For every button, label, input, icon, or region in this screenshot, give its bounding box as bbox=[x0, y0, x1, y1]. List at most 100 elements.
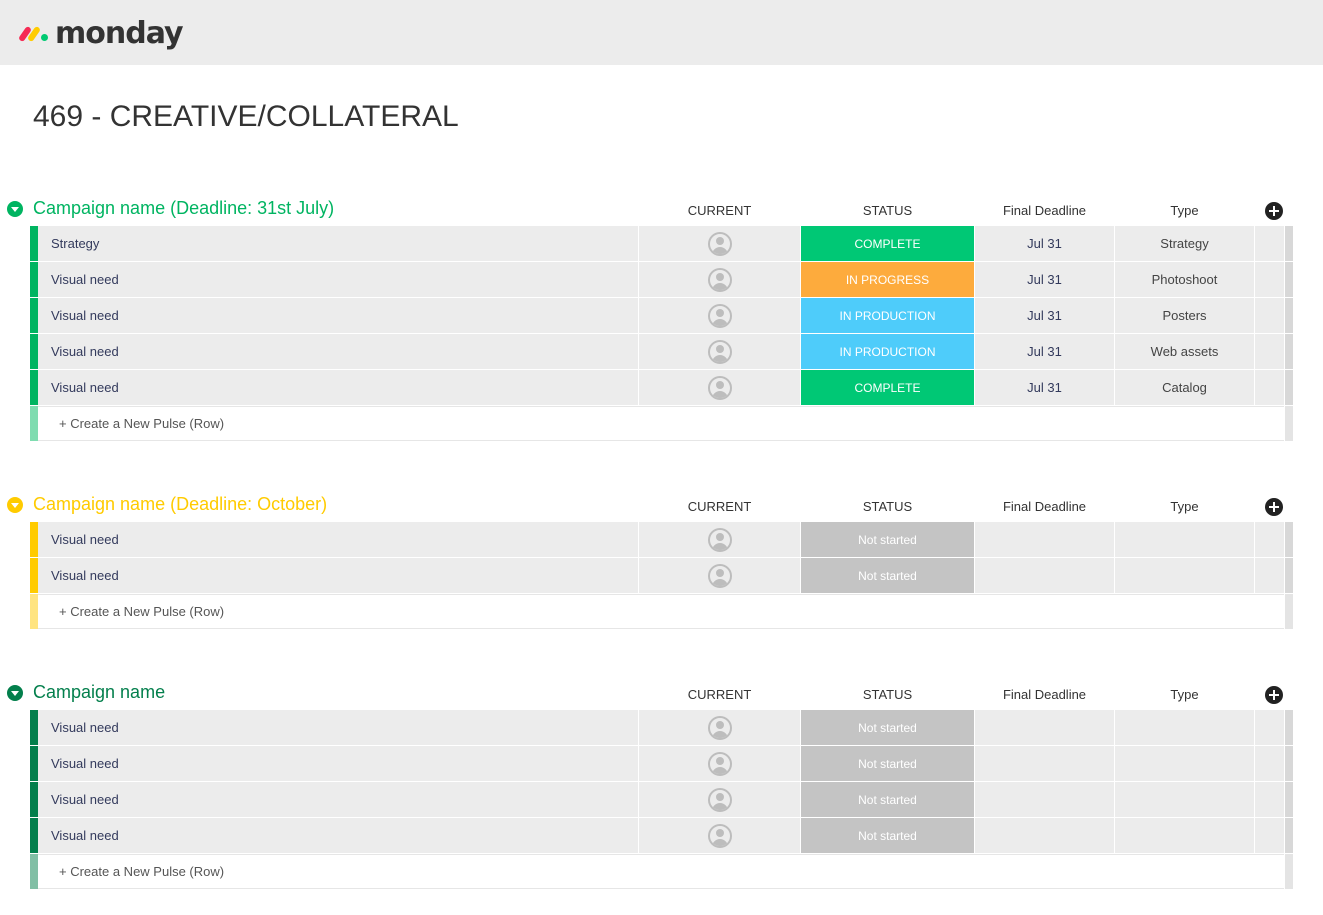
collapse-toggle-icon[interactable] bbox=[7, 497, 23, 513]
type-cell[interactable] bbox=[1115, 818, 1254, 853]
create-pulse-input[interactable]: + Create a New Pulse (Row) bbox=[38, 406, 1284, 441]
table-row[interactable]: Visual need Not started bbox=[0, 522, 1323, 558]
status-cell[interactable]: IN PRODUCTION bbox=[801, 298, 974, 333]
column-header-deadline[interactable]: Final Deadline bbox=[975, 203, 1114, 218]
add-column-icon[interactable] bbox=[1265, 202, 1283, 220]
row-name[interactable]: Visual need bbox=[38, 370, 638, 405]
status-cell[interactable]: IN PRODUCTION bbox=[801, 334, 974, 369]
collapse-toggle-icon[interactable] bbox=[7, 685, 23, 701]
deadline-cell[interactable] bbox=[975, 710, 1114, 745]
table-row[interactable]: Visual need Not started bbox=[0, 558, 1323, 594]
type-cell[interactable] bbox=[1115, 558, 1254, 593]
table-row[interactable]: Visual need Not started bbox=[0, 710, 1323, 746]
row-name[interactable]: Visual need bbox=[38, 298, 638, 333]
row-name[interactable]: Strategy bbox=[38, 226, 638, 261]
column-header-current[interactable]: CURRENT bbox=[639, 499, 800, 514]
table-row[interactable]: Visual need Not started bbox=[0, 782, 1323, 818]
create-pulse-row[interactable]: + Create a New Pulse (Row) bbox=[0, 406, 1323, 442]
status-cell[interactable]: Not started bbox=[801, 522, 974, 557]
avatar-icon bbox=[707, 303, 732, 328]
deadline-cell[interactable] bbox=[975, 782, 1114, 817]
table-row[interactable]: Visual need COMPLETE Jul 31 Catalog bbox=[0, 370, 1323, 406]
deadline-cell[interactable]: Jul 31 bbox=[975, 262, 1114, 297]
type-cell[interactable] bbox=[1115, 710, 1254, 745]
row-name[interactable]: Visual need bbox=[38, 818, 638, 853]
type-cell[interactable]: Photoshoot bbox=[1115, 262, 1254, 297]
status-cell[interactable]: Not started bbox=[801, 818, 974, 853]
person-cell[interactable] bbox=[639, 226, 800, 261]
status-cell[interactable]: Not started bbox=[801, 746, 974, 781]
status-cell[interactable]: Not started bbox=[801, 558, 974, 593]
deadline-cell[interactable]: Jul 31 bbox=[975, 370, 1114, 405]
status-cell[interactable]: Not started bbox=[801, 710, 974, 745]
person-cell[interactable] bbox=[639, 782, 800, 817]
create-pulse-row[interactable]: + Create a New Pulse (Row) bbox=[0, 594, 1323, 630]
status-cell[interactable]: COMPLETE bbox=[801, 226, 974, 261]
type-cell[interactable]: Posters bbox=[1115, 298, 1254, 333]
column-header-status[interactable]: STATUS bbox=[801, 687, 974, 702]
row-name[interactable]: Visual need bbox=[38, 746, 638, 781]
row-name[interactable]: Visual need bbox=[38, 782, 638, 817]
type-cell[interactable] bbox=[1115, 782, 1254, 817]
person-cell[interactable] bbox=[639, 298, 800, 333]
group-title[interactable]: Campaign name (Deadline: 31st July) bbox=[33, 198, 334, 219]
deadline-cell[interactable] bbox=[975, 558, 1114, 593]
row-name[interactable]: Visual need bbox=[38, 558, 638, 593]
group-title[interactable]: Campaign name bbox=[33, 682, 165, 703]
deadline-cell[interactable]: Jul 31 bbox=[975, 298, 1114, 333]
deadline-cell[interactable]: Jul 31 bbox=[975, 334, 1114, 369]
column-header-type[interactable]: Type bbox=[1115, 203, 1254, 218]
table-row[interactable]: Visual need IN PRODUCTION Jul 31 Web ass… bbox=[0, 334, 1323, 370]
deadline-cell[interactable] bbox=[975, 746, 1114, 781]
group-title[interactable]: Campaign name (Deadline: October) bbox=[33, 494, 327, 515]
row-name[interactable]: Visual need bbox=[38, 262, 638, 297]
type-cell[interactable] bbox=[1115, 746, 1254, 781]
monday-logo[interactable]: monday bbox=[17, 16, 184, 51]
row-edge bbox=[1285, 406, 1293, 441]
create-pulse-input[interactable]: + Create a New Pulse (Row) bbox=[38, 854, 1284, 889]
status-cell[interactable]: COMPLETE bbox=[801, 370, 974, 405]
add-column-icon[interactable] bbox=[1265, 498, 1283, 516]
add-column-icon[interactable] bbox=[1265, 686, 1283, 704]
table-row[interactable]: Visual need IN PROGRESS Jul 31 Photoshoo… bbox=[0, 262, 1323, 298]
empty-cell bbox=[1255, 746, 1284, 781]
empty-cell bbox=[1255, 334, 1284, 369]
create-pulse-row[interactable]: + Create a New Pulse (Row) bbox=[0, 854, 1323, 890]
column-header-current[interactable]: CURRENT bbox=[639, 687, 800, 702]
status-cell[interactable]: Not started bbox=[801, 782, 974, 817]
person-cell[interactable] bbox=[639, 522, 800, 557]
row-name[interactable]: Visual need bbox=[38, 334, 638, 369]
type-cell[interactable]: Catalog bbox=[1115, 370, 1254, 405]
person-cell[interactable] bbox=[639, 818, 800, 853]
collapse-toggle-icon[interactable] bbox=[7, 201, 23, 217]
create-pulse-input[interactable]: + Create a New Pulse (Row) bbox=[38, 594, 1284, 629]
board-title[interactable]: 469 - CREATIVE/COLLATERAL bbox=[33, 100, 459, 134]
type-cell[interactable]: Strategy bbox=[1115, 226, 1254, 261]
avatar-icon bbox=[707, 339, 732, 364]
table-row[interactable]: Visual need Not started bbox=[0, 746, 1323, 782]
status-cell[interactable]: IN PROGRESS bbox=[801, 262, 974, 297]
table-row[interactable]: Visual need Not started bbox=[0, 818, 1323, 854]
person-cell[interactable] bbox=[639, 262, 800, 297]
person-cell[interactable] bbox=[639, 710, 800, 745]
person-cell[interactable] bbox=[639, 370, 800, 405]
column-header-type[interactable]: Type bbox=[1115, 499, 1254, 514]
column-header-current[interactable]: CURRENT bbox=[639, 203, 800, 218]
person-cell[interactable] bbox=[639, 558, 800, 593]
table-row[interactable]: Strategy COMPLETE Jul 31 Strategy bbox=[0, 226, 1323, 262]
person-cell[interactable] bbox=[639, 746, 800, 781]
deadline-cell[interactable] bbox=[975, 818, 1114, 853]
type-cell[interactable] bbox=[1115, 522, 1254, 557]
deadline-cell[interactable] bbox=[975, 522, 1114, 557]
column-header-status[interactable]: STATUS bbox=[801, 203, 974, 218]
column-header-deadline[interactable]: Final Deadline bbox=[975, 687, 1114, 702]
deadline-cell[interactable]: Jul 31 bbox=[975, 226, 1114, 261]
row-name[interactable]: Visual need bbox=[38, 522, 638, 557]
column-header-status[interactable]: STATUS bbox=[801, 499, 974, 514]
column-header-type[interactable]: Type bbox=[1115, 687, 1254, 702]
row-name[interactable]: Visual need bbox=[38, 710, 638, 745]
column-header-deadline[interactable]: Final Deadline bbox=[975, 499, 1114, 514]
person-cell[interactable] bbox=[639, 334, 800, 369]
table-row[interactable]: Visual need IN PRODUCTION Jul 31 Posters bbox=[0, 298, 1323, 334]
type-cell[interactable]: Web assets bbox=[1115, 334, 1254, 369]
